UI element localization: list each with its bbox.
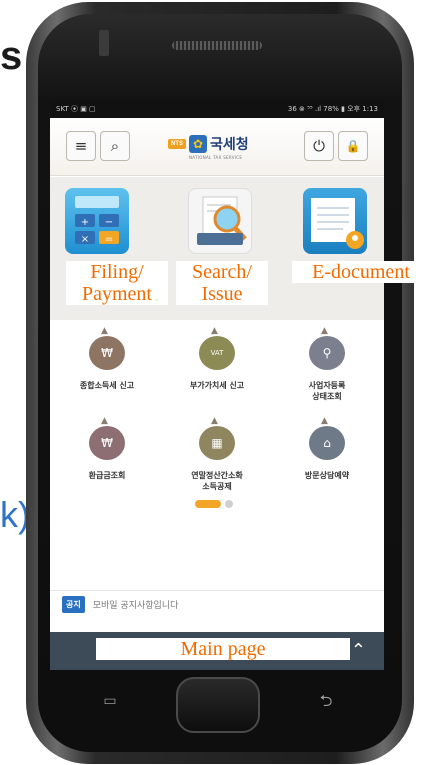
e-document-icon[interactable] xyxy=(303,188,367,254)
lock-icon: 🔒 xyxy=(345,139,361,153)
svg-text:×: × xyxy=(81,234,89,245)
flower-emblem-icon: ✿ xyxy=(189,135,207,153)
menu-button[interactable]: ≡ xyxy=(66,131,96,161)
hamburger-icon: ≡ xyxy=(74,137,88,155)
search-button[interactable]: ⌕ xyxy=(100,131,130,161)
grid-item-vat[interactable]: VAT 부가가치세 신고 xyxy=(162,326,272,391)
phone-screen: SKT ⦿ ▣ ▢ 36 ⊗ ⁵⁵ .ıl 78% ▮ 오후 1:13 ≡ ⌕ … xyxy=(50,100,384,670)
home-button[interactable] xyxy=(176,677,260,733)
refund-icon: ₩ xyxy=(89,416,125,460)
page-dot[interactable] xyxy=(225,500,233,508)
search-icon: ⌕ xyxy=(110,137,120,155)
grid-item-business-status[interactable]: ⚲ 사업자등록 상태조회 xyxy=(272,326,382,402)
slide-background: s k) SKT ⦿ ▣ ▢ 36 ⊗ ⁵⁵ .ıl 78% ▮ 오후 1:13… xyxy=(0,0,431,765)
notice-bar[interactable]: 공지 모바일 공지사항입니다 xyxy=(50,590,384,618)
money-bag-icon: ₩ xyxy=(89,326,125,370)
notice-text: 모바일 공지사항입니다 xyxy=(92,601,179,611)
svg-text:−: − xyxy=(105,217,113,228)
svg-text:+: + xyxy=(81,217,89,228)
grid-item-label: 사업자등록 상태조회 xyxy=(308,381,346,401)
page-indicator xyxy=(195,500,233,508)
person-search-icon: ⚲ xyxy=(309,326,345,370)
svg-text:=: = xyxy=(105,234,113,245)
app-header: ≡ ⌕ NTS ✿ 국세청 NATIONAL TAX SERVICE ⏻ 🔒 xyxy=(50,118,384,176)
grid-item-label: 종합소득세 신고 xyxy=(79,381,135,390)
power-button[interactable]: ⏻ xyxy=(304,131,334,161)
grid-item-label: 환급금조회 xyxy=(88,471,126,480)
document-search-graphic xyxy=(197,196,247,245)
status-left: SKT ⦿ ▣ ▢ xyxy=(56,105,96,113)
grid-item-visit-booking[interactable]: ⌂ 방문상담예약 xyxy=(272,416,382,481)
lock-button[interactable]: 🔒 xyxy=(338,131,368,161)
nts-logo[interactable]: NTS ✿ 국세청 xyxy=(168,134,249,154)
house-check-icon: ⌂ xyxy=(309,416,345,460)
grid-item-label: 방문상담예약 xyxy=(304,471,350,480)
back-key-icon[interactable]: ⮌ xyxy=(311,690,341,710)
caption-search-issue: Search/ Issue xyxy=(176,261,268,305)
caption-main-page: Main page xyxy=(96,638,350,660)
grid-item-label: 연말정산간소화 소득공제 xyxy=(191,471,243,491)
e-document-graphic xyxy=(311,198,364,249)
camera-sensor xyxy=(99,30,109,56)
status-right: 36 ⊗ ⁵⁵ .ıl 78% ▮ 오후 1:13 xyxy=(287,105,378,113)
quick-menu-grid: ₩ 종합소득세 신고 VAT 부가가치세 신고 ⚲ 사업자등록 상태조회 ₩ 환… xyxy=(50,320,384,520)
grid-item-label: 부가가치세 신고 xyxy=(189,381,245,390)
logo-badge: NTS xyxy=(168,139,186,149)
slide-title-fragment: s xyxy=(0,34,22,78)
phone-speaker xyxy=(172,41,262,50)
vat-icon: VAT xyxy=(199,326,235,370)
power-icon: ⏻ xyxy=(313,137,325,155)
caption-filing-payment: Filing/ Payment xyxy=(66,261,168,305)
calculator-graphic: + − × = xyxy=(75,196,119,245)
notice-badge: 공지 xyxy=(62,596,85,613)
chevron-up-icon[interactable]: ⌃ xyxy=(351,640,366,661)
caption-e-document: E-document xyxy=(292,261,430,283)
calculator-icon[interactable]: + − × = xyxy=(65,188,129,254)
status-bar: SKT ⦿ ▣ ▢ 36 ⊗ ⁵⁵ .ıl 78% ▮ 오후 1:13 xyxy=(50,100,384,118)
logo-subtitle: NATIONAL TAX SERVICE xyxy=(189,155,243,160)
grid-item-year-end[interactable]: ▦ 연말정산간소화 소득공제 xyxy=(162,416,272,492)
calculator-icon: ▦ xyxy=(199,416,235,460)
grid-item-income-tax[interactable]: ₩ 종합소득세 신고 xyxy=(52,326,162,391)
page-dot-active[interactable] xyxy=(195,500,221,508)
document-search-icon[interactable] xyxy=(188,188,252,254)
menu-key-icon[interactable]: ▭ xyxy=(95,693,125,709)
grid-item-refund[interactable]: ₩ 환급금조회 xyxy=(52,416,162,481)
logo-title: 국세청 xyxy=(210,137,249,153)
